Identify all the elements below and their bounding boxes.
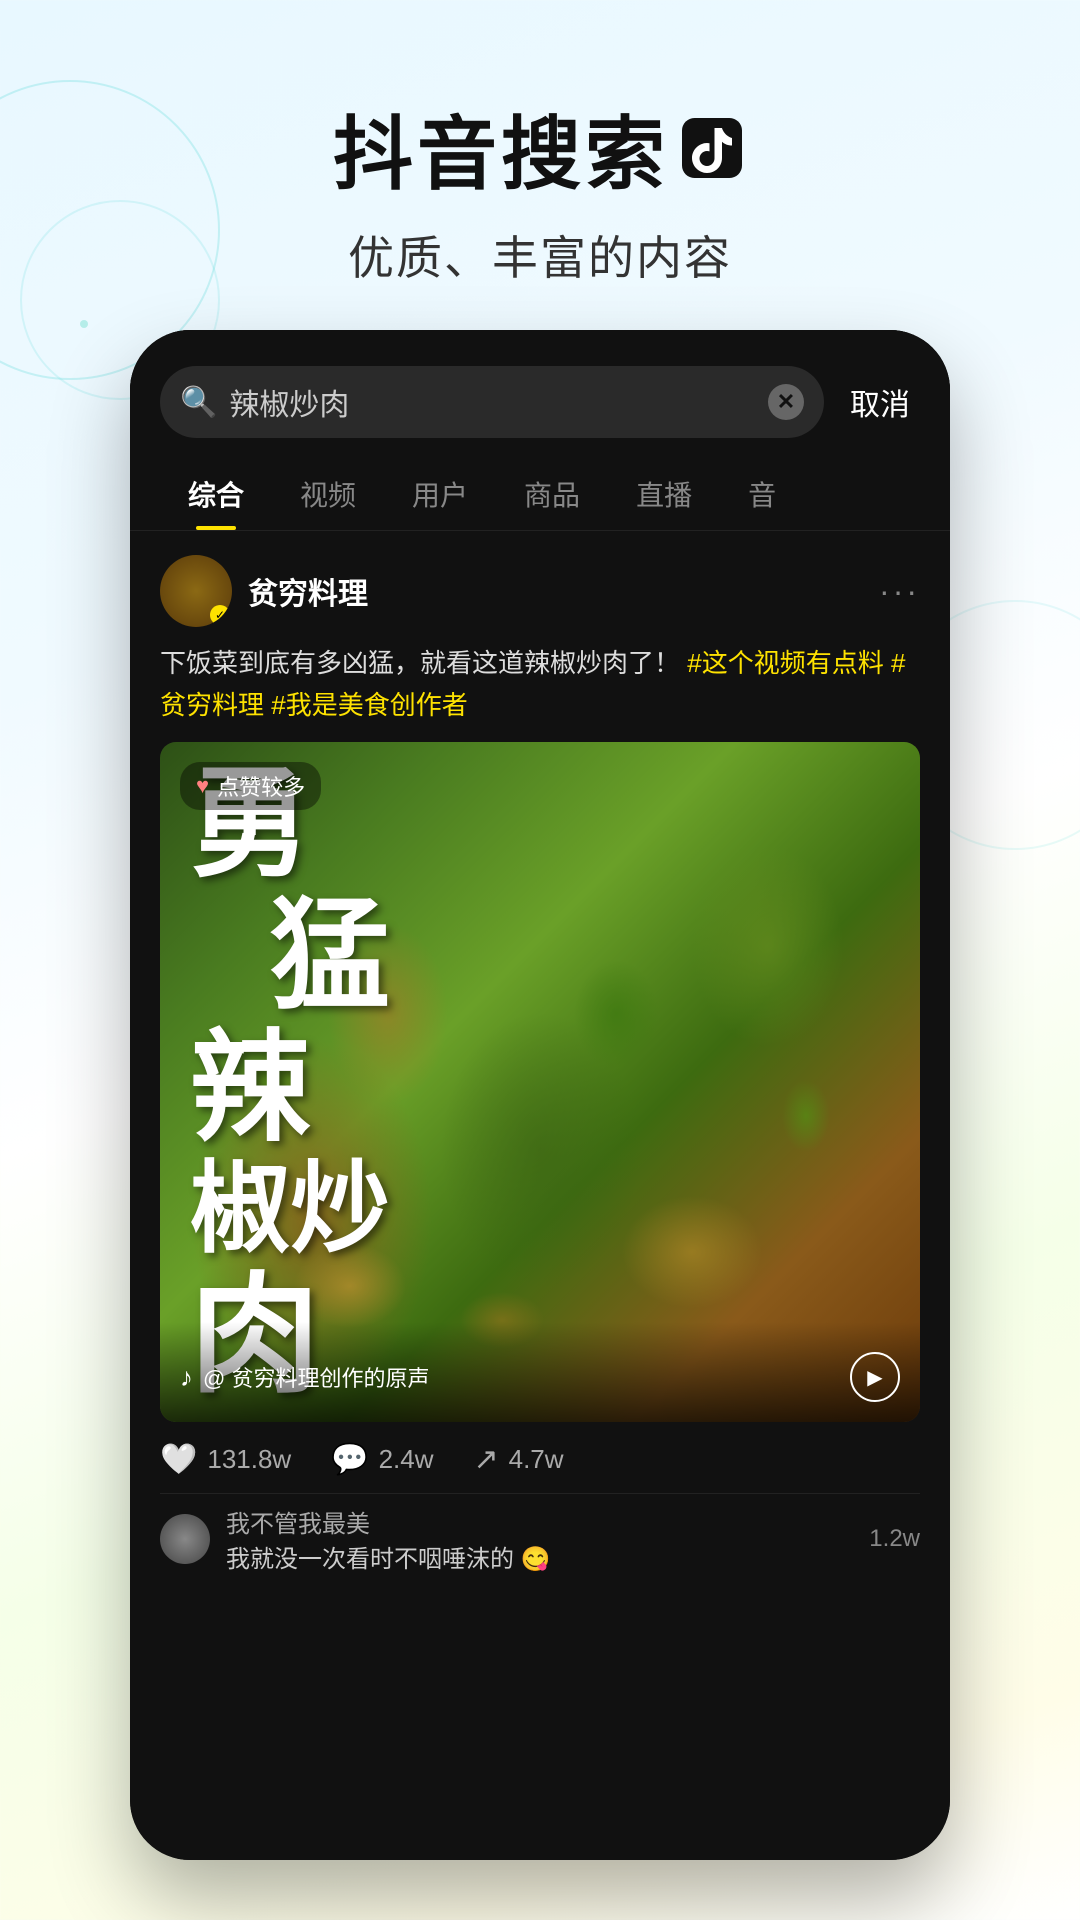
post-main-text: 下饭菜到底有多凶猛，就看这道辣椒炒肉了！ — [160, 648, 680, 678]
commenter-avatar — [160, 1514, 210, 1564]
likes-badge-text: 点赞较多 — [217, 770, 305, 802]
tiktok-music-icon: ♪ — [180, 1362, 193, 1393]
comment-text-block: 我不管我最美 我就没一次看时不咽唾沫的 😋 — [226, 1504, 853, 1574]
comment-content: 我就没一次看时不咽唾沫的 😋 — [226, 1539, 853, 1574]
hashtag-3[interactable]: #我是美食创作者 — [271, 690, 467, 720]
search-clear-button[interactable]: ✕ — [768, 384, 804, 420]
search-icon: 🔍 — [180, 385, 217, 420]
commenter-name: 我不管我最美 — [226, 1504, 853, 1539]
heart-icon: 🤍 — [160, 1442, 197, 1477]
tiktok-logo-icon — [677, 113, 747, 183]
engagement-bar: 🤍 131.8w 💬 2.4w ↗ 4.7w — [160, 1422, 920, 1493]
video-text-line-2: 猛 — [270, 890, 390, 1022]
video-background: ♥ 点赞较多 勇 猛 辣 椒炒 肉 — [160, 742, 920, 1422]
post-header: ✓ 贫穷料理 ··· — [160, 555, 920, 627]
search-bar-area: 🔍 辣椒炒肉 ✕ 取消 — [130, 330, 950, 438]
more-options-icon[interactable]: ··· — [879, 573, 920, 610]
likes-value: 131.8w — [207, 1444, 291, 1475]
comments-count[interactable]: 💬 2.4w — [331, 1442, 433, 1477]
tab-comprehensive[interactable]: 综合 — [160, 458, 272, 530]
tab-navigation: 综合 视频 用户 商品 直播 音 — [130, 458, 950, 531]
shares-value: 4.7w — [509, 1444, 564, 1475]
cancel-button[interactable]: 取消 — [840, 380, 920, 424]
search-input-box[interactable]: 🔍 辣椒炒肉 ✕ — [160, 366, 824, 438]
video-text-line-3: 辣 — [190, 1022, 390, 1154]
music-info-text: @ 贫穷料理创作的原声 — [203, 1361, 429, 1393]
video-thumbnail[interactable]: ♥ 点赞较多 勇 猛 辣 椒炒 肉 — [160, 742, 920, 1422]
app-title: 抖音搜索 — [0, 90, 1080, 206]
comments-value: 2.4w — [379, 1444, 434, 1475]
video-bottom-bar: ♪ @ 贫穷料理创作的原声 ▶ — [160, 1322, 920, 1422]
comment-icon: 💬 — [331, 1442, 368, 1477]
app-subtitle: 优质、丰富的内容 — [0, 222, 1080, 288]
hashtag-1[interactable]: #这个视频有点料 — [687, 648, 883, 678]
page-header: 抖音搜索 优质、丰富的内容 — [0, 0, 1080, 328]
video-big-text: 勇 猛 辣 椒炒 肉 — [190, 758, 390, 1407]
likes-badge: ♥ 点赞较多 — [180, 762, 321, 810]
title-text: 抖音搜索 — [333, 90, 669, 206]
phone-screen: 🔍 辣椒炒肉 ✕ 取消 综合 视频 用户 商品 直播 音 ✓ — [130, 330, 950, 1860]
tab-video[interactable]: 视频 — [272, 458, 384, 530]
avatar[interactable]: ✓ — [160, 555, 232, 627]
likes-count[interactable]: 🤍 131.8w — [160, 1442, 291, 1477]
video-text-line-4: 椒炒 — [190, 1154, 390, 1264]
tab-music[interactable]: 音 — [720, 458, 804, 530]
music-info: ♪ @ 贫穷料理创作的原声 — [180, 1361, 429, 1393]
user-info: ✓ 贫穷料理 — [160, 555, 368, 627]
post-description: 下饭菜到底有多凶猛，就看这道辣椒炒肉了！ #这个视频有点料 #贫穷料理 #我是美… — [160, 643, 920, 726]
comment-preview: 我不管我最美 我就没一次看时不咽唾沫的 😋 1.2w — [160, 1493, 920, 1584]
tab-product[interactable]: 商品 — [496, 458, 608, 530]
username[interactable]: 贫穷料理 — [248, 569, 368, 613]
comment-likes: 1.2w — [869, 1525, 920, 1553]
shares-count[interactable]: ↗ 4.7w — [473, 1442, 563, 1477]
verified-badge: ✓ — [210, 605, 230, 625]
search-query-text: 辣椒炒肉 — [229, 380, 756, 424]
tab-live[interactable]: 直播 — [608, 458, 720, 530]
video-text-overlay: 勇 猛 辣 椒炒 肉 — [160, 742, 920, 1422]
play-button[interactable]: ▶ — [850, 1352, 900, 1402]
tab-user[interactable]: 用户 — [384, 458, 496, 530]
phone-mockup: 🔍 辣椒炒肉 ✕ 取消 综合 视频 用户 商品 直播 音 ✓ — [130, 330, 950, 1860]
share-icon: ↗ — [473, 1442, 498, 1477]
content-area: ✓ 贫穷料理 ··· 下饭菜到底有多凶猛，就看这道辣椒炒肉了！ #这个视频有点料… — [130, 531, 950, 1584]
